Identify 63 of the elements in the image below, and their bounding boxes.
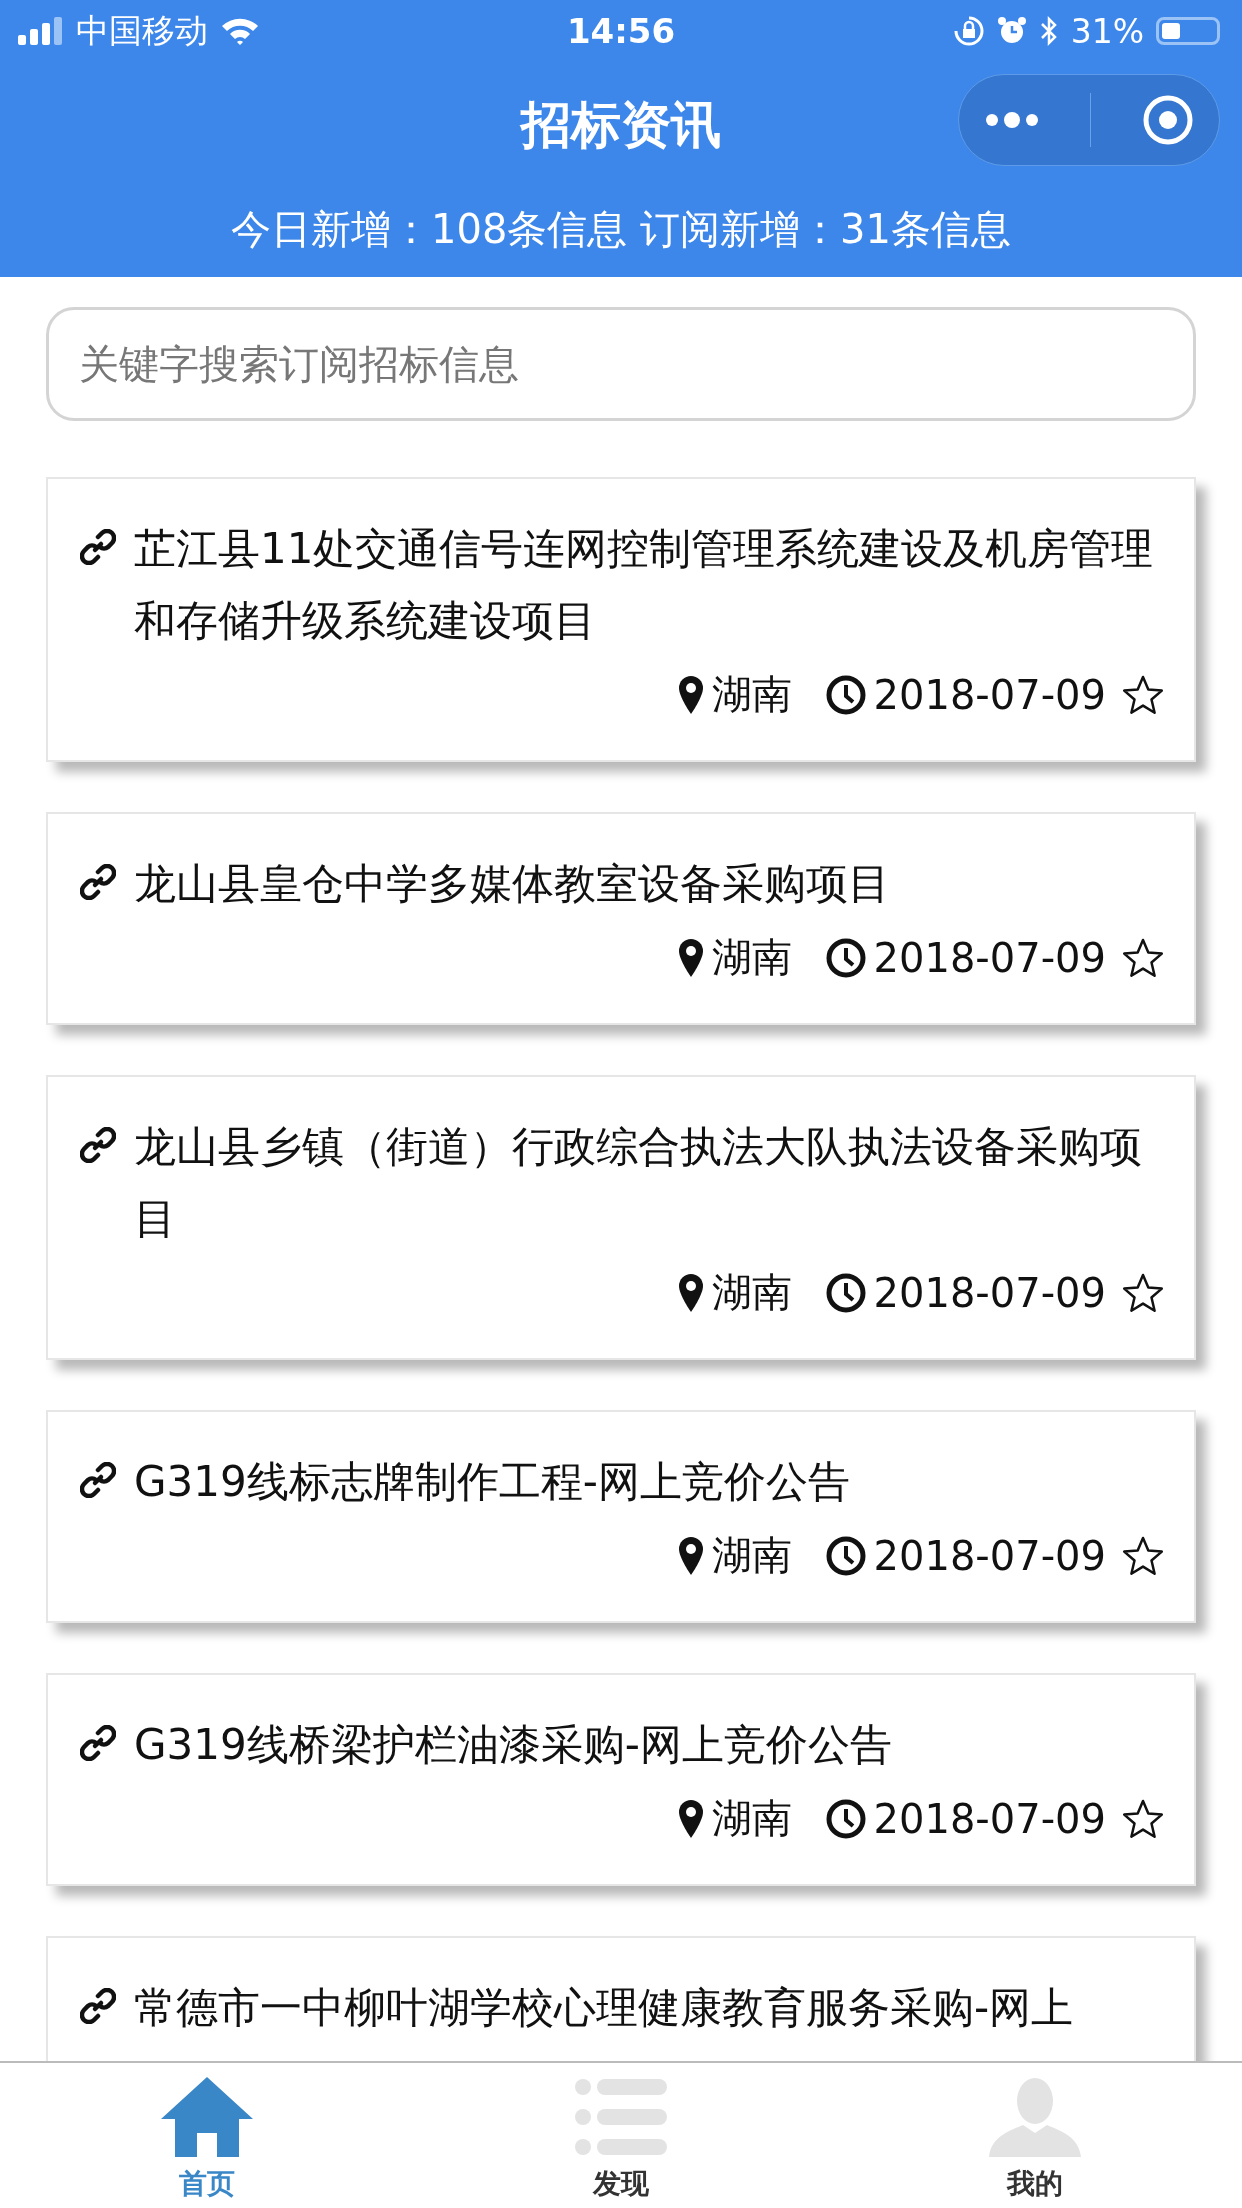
publish-date: 2018-07-09 [873, 1795, 1106, 1842]
rotation-lock-icon [952, 15, 985, 47]
clock-icon [825, 1272, 866, 1313]
clock-time: 14:56 [566, 11, 676, 51]
bluetooth-icon [1038, 15, 1059, 47]
star-icon[interactable] [1122, 673, 1164, 716]
tender-card[interactable]: G319线标志牌制作工程-网上竞价公告 湖南 2018-07-09 [46, 1410, 1196, 1623]
more-icon[interactable] [984, 112, 1041, 128]
clock-icon [825, 937, 866, 978]
close-mini-program-icon[interactable] [1141, 94, 1194, 146]
list-icon [575, 2076, 667, 2157]
star-icon[interactable] [1122, 1797, 1164, 1840]
publish-date: 2018-07-09 [873, 671, 1106, 718]
publish-date: 2018-07-09 [873, 1532, 1106, 1579]
tender-title: G319线桥梁护栏油漆采购-网上竞价公告 [134, 1719, 893, 1771]
clock-icon [825, 1798, 866, 1839]
link-icon [80, 1988, 116, 2024]
house-icon [161, 2076, 253, 2157]
location-pin-icon [677, 674, 704, 715]
tender-title: 龙山县皇仓中学多媒体教室设备采购项目 [134, 858, 891, 910]
wifi-icon [220, 16, 260, 46]
location-pin-icon [677, 1272, 704, 1313]
publish-date: 2018-07-09 [873, 1269, 1106, 1316]
page-title: 招标资讯 [521, 94, 721, 156]
search-field[interactable]: 关键字搜索订阅招标信息 [46, 307, 1196, 421]
tender-card[interactable]: G319线桥梁护栏油漆采购-网上竞价公告 湖南 2018-07-09 [46, 1673, 1196, 1886]
tender-title: 常德市一中柳叶湖学校心理健康教育服务采购-网上 [134, 1982, 1075, 2034]
link-icon [80, 1725, 116, 1761]
tender-card[interactable]: 芷江县11处交通信号连网控制管理系统建设及机房管理和存储升级系统建设项目 湖南 2018-07-09 [46, 477, 1196, 762]
tab-item[interactable]: 发现 [521, 2068, 721, 2203]
tab-item[interactable]: 首页 [107, 2068, 307, 2203]
tender-card[interactable]: 龙山县乡镇（街道）行政综合执法大队执法设备采购项目 湖南 2018-07-09 [46, 1075, 1196, 1360]
battery-icon [1156, 17, 1220, 45]
link-icon [80, 1462, 116, 1498]
region-label: 湖南 [711, 1794, 792, 1843]
summary-text: 今日新增：108条信息 订阅新增：31条信息 [230, 205, 1012, 254]
person-icon [989, 2076, 1081, 2157]
tab-item[interactable]: 我的 [935, 2068, 1135, 2203]
signal-icon [18, 17, 64, 45]
link-icon [80, 529, 116, 565]
location-pin-icon [677, 937, 704, 978]
alarm-icon [996, 16, 1027, 46]
link-icon [80, 1127, 116, 1163]
link-icon [80, 864, 116, 900]
star-icon[interactable] [1122, 936, 1164, 979]
location-pin-icon [677, 1535, 704, 1576]
tender-title: 芷江县11处交通信号连网控制管理系统建设及机房管理和存储升级系统建设项目 [134, 523, 1155, 647]
clock-icon [825, 674, 866, 715]
tender-card[interactable]: 常德市一中柳叶湖学校心理健康教育服务采购-网上 [46, 1936, 1196, 2061]
clock-icon [825, 1535, 866, 1576]
publish-date: 2018-07-09 [873, 934, 1106, 981]
star-icon[interactable] [1122, 1534, 1164, 1577]
tender-title: G319线标志牌制作工程-网上竞价公告 [134, 1456, 851, 1508]
battery-percent: 31% [1070, 11, 1144, 51]
carrier-name: 中国移动 [76, 9, 208, 52]
tender-card[interactable]: 龙山县皇仓中学多媒体教室设备采购项目 湖南 2018-07-09 [46, 812, 1196, 1025]
region-label: 湖南 [711, 1531, 792, 1580]
star-icon[interactable] [1122, 1271, 1164, 1314]
region-label: 湖南 [711, 933, 792, 982]
region-label: 湖南 [711, 1268, 792, 1317]
tender-title: 龙山县乡镇（街道）行政综合执法大队执法设备采购项目 [134, 1121, 1143, 1245]
region-label: 湖南 [711, 670, 792, 719]
location-pin-icon [677, 1798, 704, 1839]
